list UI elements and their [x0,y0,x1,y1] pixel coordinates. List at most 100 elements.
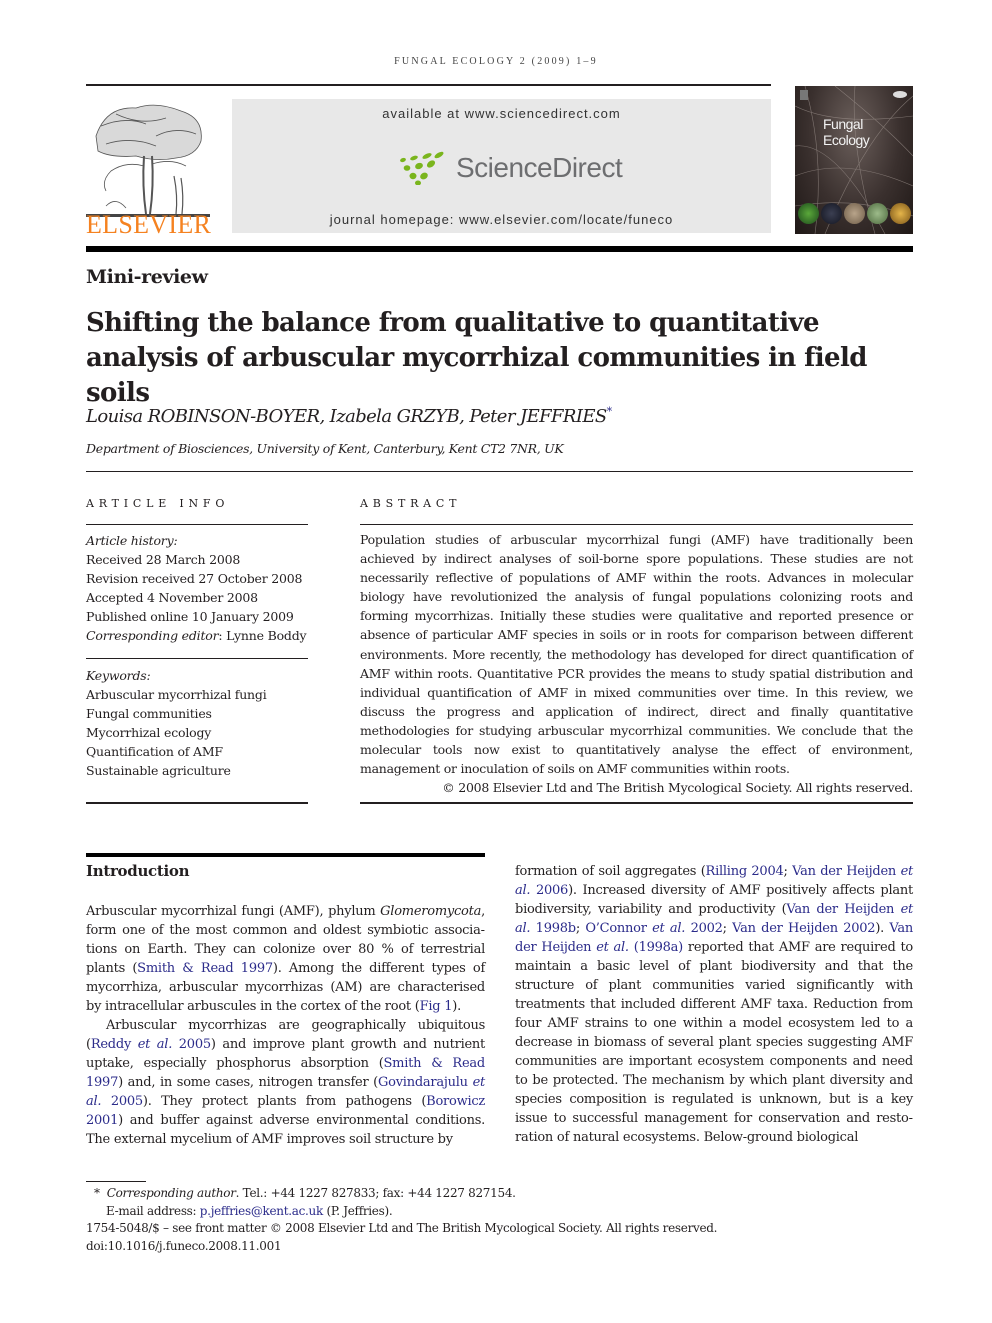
citation-year: 1998b [530,921,576,936]
article-title: Shifting the balance from qualitative to… [86,308,867,408]
citation-author: Govindarajulu [378,1075,473,1090]
citation-link[interactable]: O’Connor et al. 2002 [585,921,723,936]
citation-year: 2005 [101,1094,143,1109]
introduction-heading: Introduction [86,862,190,880]
journal-cover-image: Fungal Ecology [795,86,913,234]
corr-contact: . Tel.: +44 1227 827833; fax: +44 1227 8… [235,1186,516,1200]
keyword-item: Arbuscular mycorrhizal fungi [86,687,267,702]
citation-author: O’Connor [585,921,653,936]
text-run: ). They protect plants from pathogens ( [142,1094,427,1109]
intro-paragraph-2-continued: formation of soil aggregates (Rilling 20… [515,862,913,1147]
cover-publisher-logo-icon [800,90,808,100]
keyword-item: Mycorrhizal ecology [86,725,212,740]
history-accepted: Accepted 4 November 2008 [86,590,258,605]
history-received: Received 28 March 2008 [86,552,241,567]
citation-etal: et al. [137,1037,173,1052]
keyword-item: Fungal communities [86,706,212,721]
doi-link[interactable]: doi:10.1016/j.funeco.2008.11.001 [86,1238,717,1256]
history-revised: Revision received 27 October 2008 [86,571,303,586]
sciencedirect-logo[interactable]: ScienceDirect [398,148,623,188]
citation-etal: et al. [596,940,629,955]
keyword-item: Quantification of AMF [86,744,223,759]
sciencedirect-dots-icon [400,151,444,185]
citation-year: 2002 [685,921,723,936]
affiliation: Department of Biosciences, University of… [86,441,564,456]
article-type: Mini-review [86,266,208,288]
introduction-rule [86,853,485,857]
footnote-mark: * [94,1186,100,1200]
elsevier-wordmark: ELSEVIER [86,210,212,239]
text-run: ) and, in some cases, nitrogen transfer … [118,1075,378,1090]
cover-photo-4 [867,203,888,224]
text-run: reported that AMF are required to mainta… [515,940,914,1145]
cover-photo-3 [844,203,865,224]
abstract-copyright: © 2008 Elsevier Ltd and The British Myco… [442,780,913,796]
cover-photo-1 [798,203,819,224]
text-run: ; [722,921,733,936]
citation-link[interactable]: Van der Heijden 2002 [732,921,875,936]
text-run: ) and buffer against adverse environment… [86,1113,485,1147]
text-run: Arbuscular mycorrhizal fungi (AMF), phyl… [86,904,381,919]
text-run: formation of soil aggregates ( [515,864,706,879]
citation-year: 2005 [172,1037,211,1052]
text-run: ). [875,921,890,936]
authors-text: Louisa ROBINSON-BOYER, Izabela GRZYB, Pe… [86,406,607,427]
abstract-text: Population studies of arbuscular mycorrh… [360,532,913,777]
corresponding-author-mark[interactable]: * [607,405,612,418]
editor-name: : Lynne Boddy [218,628,307,643]
genus-name: Glomeromycota [380,904,482,919]
text-run: ; [575,921,586,936]
citation-year: (1998a) [628,940,684,955]
journal-homepage-link[interactable]: journal homepage: www.elsevier.com/locat… [232,212,771,227]
keyword-item: Sustainable agriculture [86,763,231,778]
header-rule [86,84,771,86]
citation-link[interactable]: Smith & Read 1997 [137,961,273,976]
abstract-rule [360,524,913,525]
citation-link[interactable]: Rilling 2004 [706,864,784,879]
email-link[interactable]: p.jeffries@kent.ac.uk [200,1204,323,1218]
keywords-rule [86,658,308,659]
article-info-heading: ARTICLE INFO [86,497,230,510]
abstract-bottom-rule [360,802,913,804]
article-info-bottom-rule [86,802,308,804]
citation-author: Reddy [90,1037,138,1052]
body-column-left: Arbuscular mycorrhizal fungi (AMF), phyl… [86,902,485,1149]
text-run: ; [783,864,793,879]
running-head: FUNGAL ECOLOGY 2 (2009) 1–9 [394,56,598,67]
text-run: ). [452,999,461,1014]
keywords-block: Keywords: Arbuscular mycorrhizal fungi F… [86,666,308,780]
citation-author: Van der Heijden [792,864,901,879]
editor-label: Corresponding editor [86,628,219,643]
email-label: E-mail address: [106,1203,200,1218]
abstract-body: Population studies of arbuscular mycorrh… [360,530,913,797]
email-note: E-mail address: p.jeffries@kent.ac.uk (P… [86,1203,717,1221]
header-thick-rule [86,246,913,252]
article-history: Article history: Received 28 March 2008 … [86,531,308,645]
cover-title-line1: Fungal [823,116,863,132]
figure-link[interactable]: Fig 1 [420,999,453,1014]
issn-line: 1754-5048/$ – see front matter © 2008 El… [86,1221,718,1235]
abstract-heading: ABSTRACT [360,497,462,510]
sciencedirect-logo-text: ScienceDirect [456,152,623,183]
history-label: Article history: [86,533,178,548]
corresponding-editor: Corresponding editor: Lynne Boddy [86,626,308,645]
corr-label: Corresponding author [106,1186,236,1200]
cover-title-line2: Ecology [823,132,870,148]
email-suffix: (P. Jeffries). [322,1203,393,1218]
footnote-block: * Corresponding author. Tel.: +44 1227 8… [86,1185,717,1255]
article-info-rule [86,524,308,525]
keywords-label: Keywords: [86,668,151,683]
cover-photo-5 [890,203,911,224]
cover-photo-2 [821,203,842,224]
citation-author: Van der Heijden [786,902,901,917]
author-list: Louisa ROBINSON-BOYER, Izabela GRZYB, Pe… [86,405,612,427]
history-published: Published online 10 January 2009 [86,609,294,624]
available-at-link[interactable]: available at www.sciencedirect.com [232,106,771,121]
corresponding-author-note: * Corresponding author. Tel.: +44 1227 8… [86,1185,717,1203]
body-column-right: formation of soil aggregates (Rilling 20… [515,862,913,1147]
title-rule [86,471,913,472]
intro-paragraph-2: Arbuscular mycorrhizas are geographicall… [86,1016,485,1149]
citation-year: 2006 [530,883,569,898]
citation-link[interactable]: Reddy et al. 2005 [91,1037,211,1052]
cover-society-badge-icon [893,91,907,98]
